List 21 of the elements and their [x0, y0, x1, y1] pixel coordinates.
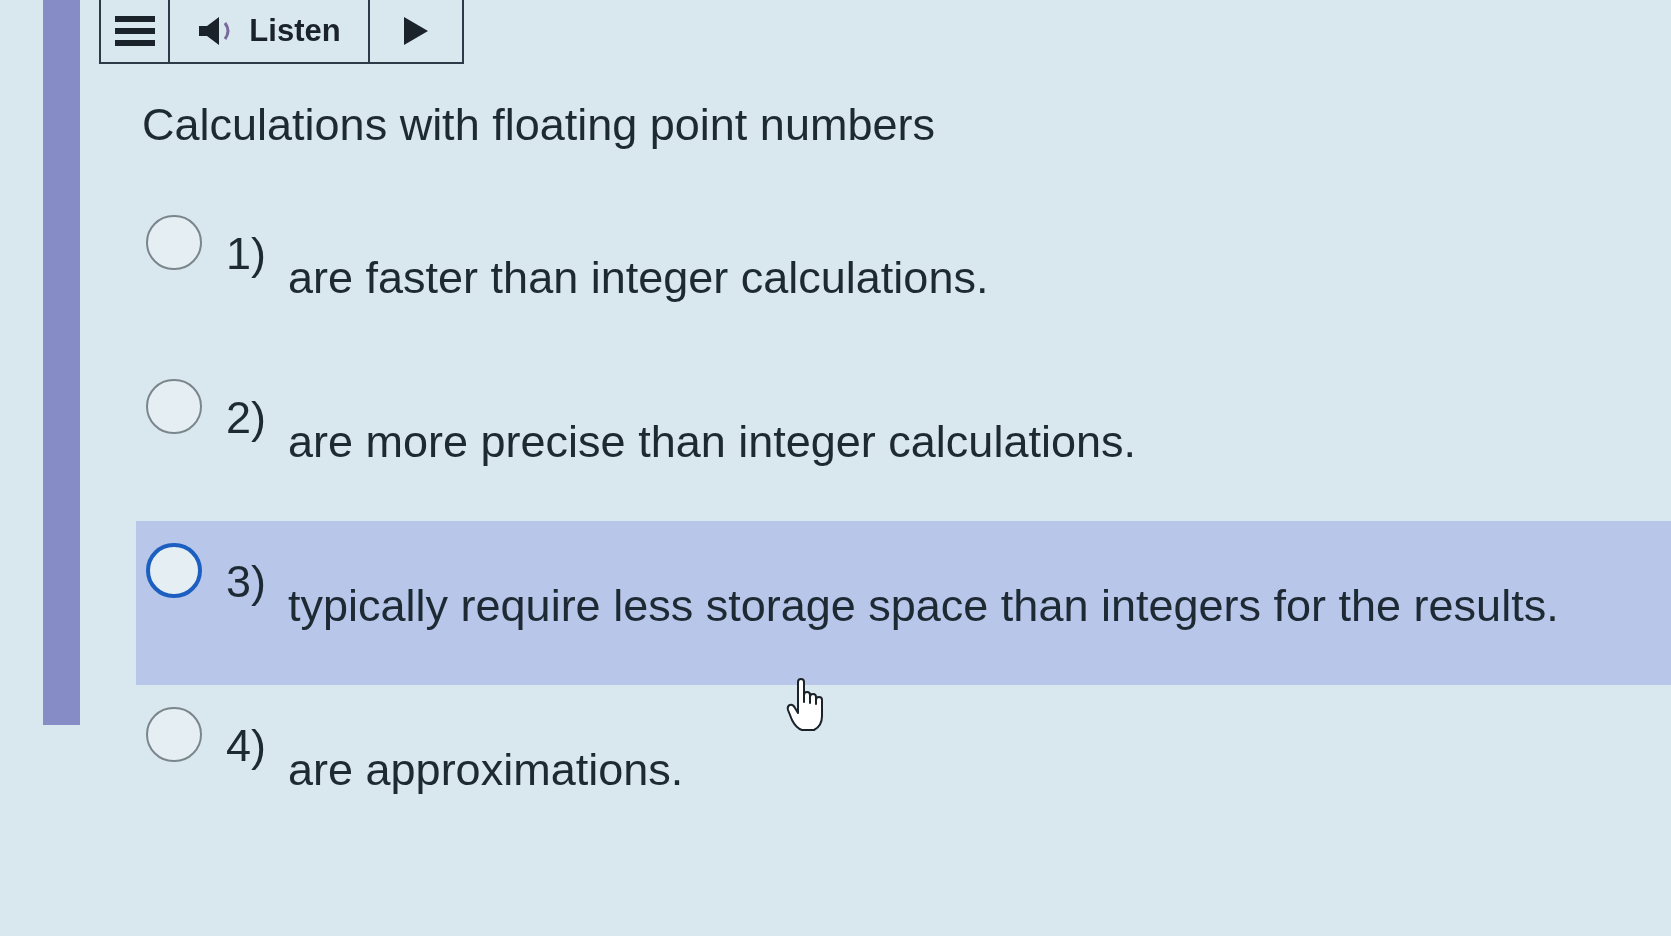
question-prompt: Calculations with floating point numbers — [142, 98, 935, 152]
play-icon — [404, 17, 428, 45]
menu-icon — [114, 16, 155, 46]
option-number: 4) — [226, 719, 266, 773]
option-text: typically require less storage space than integers for the results. — [288, 579, 1559, 633]
answer-option[interactable]: 1) are faster than integer calculations. — [136, 193, 1671, 357]
listen-button[interactable]: Listen — [170, 0, 370, 62]
option-number: 2) — [226, 391, 266, 445]
option-text: are more precise than integer calculations. — [288, 415, 1136, 469]
radio-button[interactable] — [146, 543, 202, 598]
radio-button[interactable] — [146, 215, 202, 270]
answer-option[interactable]: 3) typically require less storage space than integers for the results. — [136, 521, 1671, 685]
answer-option[interactable]: 2) are more precise than integer calculations. — [136, 357, 1671, 521]
answer-option[interactable]: 4) are approximations. — [136, 685, 1671, 849]
hand-cursor-icon — [786, 678, 826, 732]
option-text: are approximations. — [288, 743, 684, 797]
option-number: 3) — [226, 555, 266, 609]
radio-button[interactable] — [146, 379, 202, 434]
option-text: are faster than integer calculations. — [288, 251, 989, 305]
option-number: 1) — [226, 227, 266, 281]
radio-button[interactable] — [146, 707, 202, 762]
